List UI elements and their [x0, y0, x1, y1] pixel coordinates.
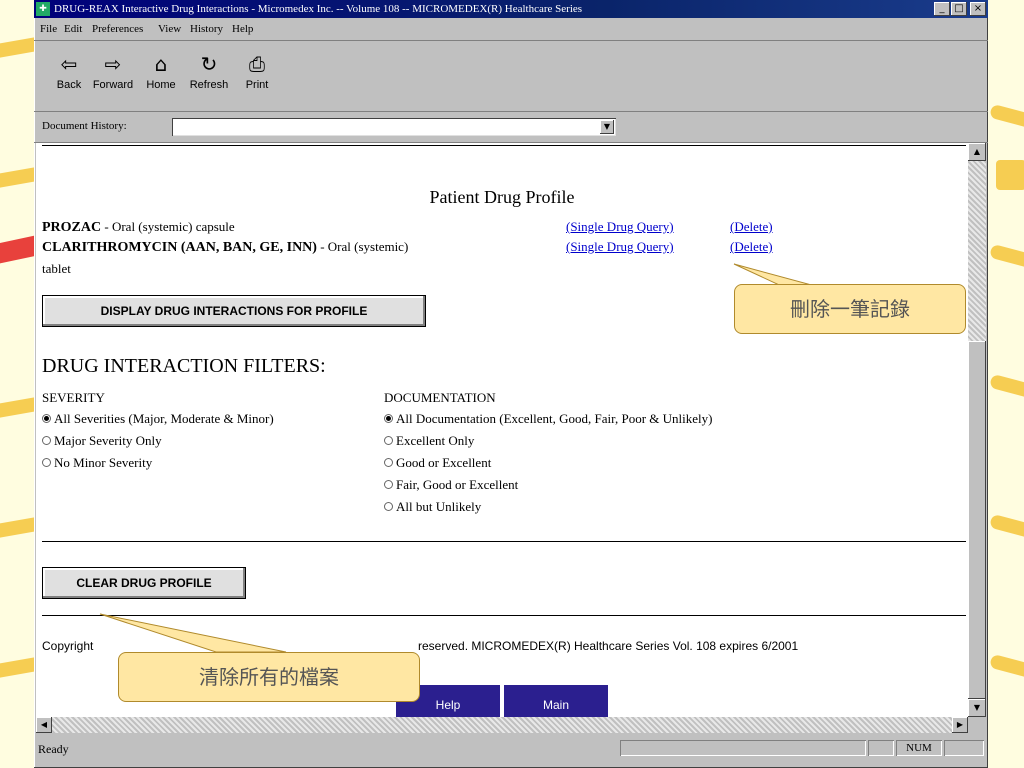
severity-option-no-minor[interactable]: No Minor Severity — [42, 455, 152, 471]
scroll-down-icon[interactable]: ▼ — [968, 699, 986, 717]
radio-icon[interactable] — [42, 436, 51, 445]
back-arrow-icon: ⇦ — [60, 52, 78, 76]
document-history-bar: Document History: ▼ — [34, 112, 988, 143]
forward-arrow-icon: ⇨ — [104, 52, 122, 76]
app-icon: ✚ — [36, 2, 50, 16]
home-icon: ⌂ — [154, 52, 168, 76]
drug-desc: - Oral (systemic) capsule — [101, 219, 235, 234]
scroll-left-icon[interactable]: ◀ — [36, 717, 52, 733]
filters-title: DRUG INTERACTION FILTERS: — [42, 355, 326, 377]
documentation-option-all[interactable]: All Documentation (Excellent, Good, Fair… — [384, 411, 712, 427]
radio-selected-icon[interactable] — [384, 414, 393, 423]
drug-name: PROZAC — [42, 220, 102, 235]
display-interactions-button[interactable]: DISPLAY DRUG INTERACTIONS FOR PROFILE — [42, 295, 426, 327]
radio-icon[interactable] — [384, 502, 393, 511]
refresh-icon: ↻ — [200, 52, 218, 76]
home-button[interactable]: ⌂ Home — [138, 49, 184, 103]
single-drug-query-link-1[interactable]: (Single Drug Query) — [566, 219, 674, 235]
documentation-label: DOCUMENTATION — [384, 390, 496, 405]
documentation-option-excellent[interactable]: Excellent Only — [384, 433, 474, 449]
scroll-right-icon[interactable]: ▶ — [952, 717, 968, 733]
home-label: Home — [146, 79, 176, 91]
option-label: All Documentation (Excellent, Good, Fair… — [396, 411, 713, 426]
option-label: Good or Excellent — [396, 455, 492, 470]
num-lock-indicator: NUM — [896, 740, 942, 756]
vertical-scrollbar[interactable]: ▲ ▼ — [968, 143, 986, 717]
print-button[interactable]: ⎙ Print — [234, 49, 280, 103]
horizontal-scrollbar[interactable]: ◀ ▶ — [36, 717, 968, 733]
forward-button[interactable]: ⇨ Forward — [90, 49, 136, 103]
drug-name: CLARITHROMYCIN (AAN, BAN, GE, INN) — [42, 240, 317, 255]
status-panel — [868, 740, 894, 756]
menu-file[interactable]: File — [40, 19, 57, 39]
minimize-button[interactable]: _ — [934, 2, 950, 16]
callout-tail-clear — [99, 613, 287, 653]
divider — [42, 541, 966, 542]
menu-help[interactable]: Help — [232, 19, 253, 39]
status-panel — [620, 740, 866, 756]
status-panel — [944, 740, 984, 756]
menu-bar: File Edit Preferences View History Help — [34, 19, 988, 39]
toolbar: ⇦ Back ⇨ Forward ⌂ Home ↻ Refresh ⎙ Prin… — [34, 40, 988, 112]
documentation-option-fair[interactable]: Fair, Good or Excellent — [384, 477, 518, 493]
scroll-up-icon[interactable]: ▲ — [968, 143, 986, 161]
radio-icon[interactable] — [384, 480, 393, 489]
callout-clear: 清除所有的檔案 — [118, 652, 420, 702]
print-label: Print — [245, 79, 269, 91]
severity-option-all[interactable]: All Severities (Major, Moderate & Minor) — [42, 411, 274, 427]
copyright-left: Copyright — [42, 639, 94, 653]
window-title: DRUG-REAX Interactive Drug Interactions … — [54, 3, 583, 15]
title-bar: ✚ DRUG-REAX Interactive Drug Interaction… — [34, 0, 988, 18]
option-label: No Minor Severity — [54, 455, 153, 470]
divider — [42, 145, 966, 146]
printer-icon: ⎙ — [249, 52, 265, 76]
close-button[interactable]: × — [970, 2, 986, 16]
main-nav-button[interactable]: Main — [504, 685, 608, 717]
drug-desc: - Oral (systemic) — [316, 239, 409, 254]
drug-row-prozac: PROZAC - Oral (systemic) capsule — [42, 219, 235, 236]
status-text: Ready — [38, 742, 69, 756]
option-label: All but Unlikely — [396, 499, 482, 514]
radio-icon[interactable] — [384, 458, 393, 467]
refresh-button[interactable]: ↻ Refresh — [186, 49, 232, 103]
option-label: Fair, Good or Excellent — [396, 477, 519, 492]
status-bar: Ready NUM — [34, 737, 988, 759]
document-history-label: Document History: — [42, 120, 127, 132]
copyright-right: reserved. MICROMEDEX(R) Healthcare Serie… — [418, 639, 799, 653]
menu-edit[interactable]: Edit — [64, 19, 82, 39]
maximize-button[interactable]: □ — [951, 2, 967, 16]
scrollbar-thumb[interactable] — [968, 341, 986, 699]
radio-icon[interactable] — [42, 458, 51, 467]
drug-desc-wrap: tablet — [42, 261, 71, 276]
documentation-option-not-unlikely[interactable]: All but Unlikely — [384, 499, 481, 515]
delete-link-2[interactable]: (Delete) — [730, 239, 773, 255]
menu-history[interactable]: History — [190, 19, 223, 39]
callout-delete: 刪除一筆記錄 — [734, 284, 966, 334]
profile-title: Patient Drug Profile — [429, 187, 575, 207]
forward-label: Forward — [92, 79, 134, 91]
refresh-label: Refresh — [189, 79, 229, 91]
drug-row-clarithromycin: CLARITHROMYCIN (AAN, BAN, GE, INN) - Ora… — [42, 239, 408, 256]
back-button[interactable]: ⇦ Back — [46, 49, 92, 103]
severity-option-major[interactable]: Major Severity Only — [42, 433, 162, 449]
delete-link-1[interactable]: (Delete) — [730, 219, 773, 235]
option-label: Excellent Only — [396, 433, 475, 448]
radio-icon[interactable] — [384, 436, 393, 445]
back-label: Back — [56, 79, 82, 91]
chevron-down-icon[interactable]: ▼ — [600, 120, 614, 134]
menu-preferences[interactable]: Preferences — [92, 19, 143, 39]
option-label: All Severities (Major, Moderate & Minor) — [54, 411, 274, 426]
menu-view[interactable]: View — [158, 19, 181, 39]
document-history-select[interactable]: ▼ — [172, 118, 616, 136]
clear-profile-button[interactable]: CLEAR DRUG PROFILE — [42, 567, 246, 599]
severity-label: SEVERITY — [42, 390, 105, 405]
documentation-option-good[interactable]: Good or Excellent — [384, 455, 491, 471]
radio-selected-icon[interactable] — [42, 414, 51, 423]
single-drug-query-link-2[interactable]: (Single Drug Query) — [566, 239, 674, 255]
option-label: Major Severity Only — [54, 433, 162, 448]
